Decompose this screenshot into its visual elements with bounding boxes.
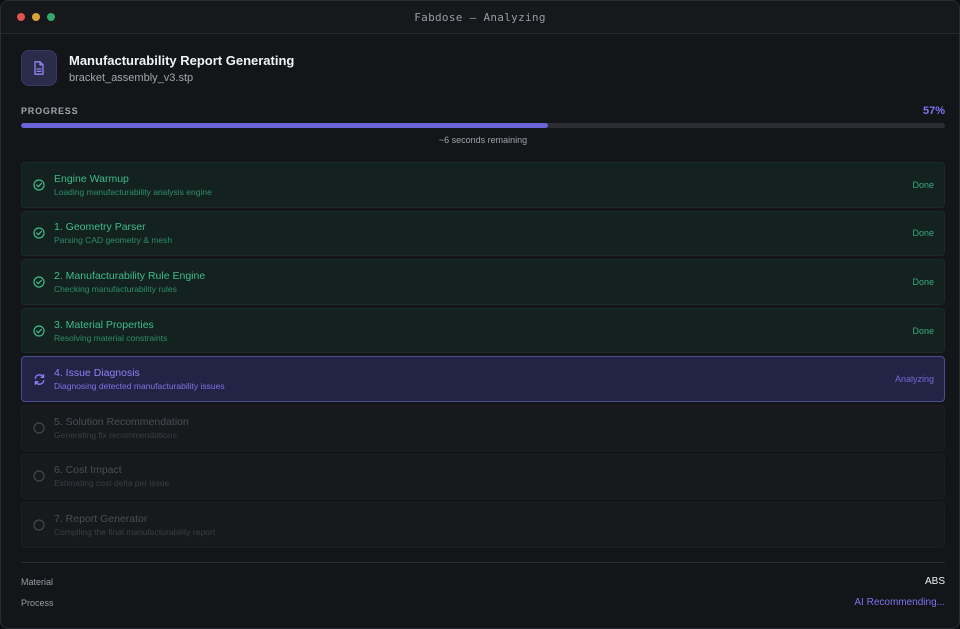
step-status: Done <box>912 325 934 336</box>
step-description: Generating fix recommendations <box>54 429 177 440</box>
step-status: Done <box>912 276 934 287</box>
step-text: Engine Warmup Loading manufacturability a… <box>54 172 912 198</box>
step-row[interactable]: 5. Solution Recommendation Generating fix… <box>21 404 945 451</box>
pipeline-steps: Engine Warmup Loading manufacturability a… <box>21 162 945 548</box>
step-row[interactable]: Engine Warmup Loading manufacturability a… <box>21 162 945 208</box>
step-text: 7. Report Generator Compiling the final m… <box>54 512 934 538</box>
report-title: Manufacturability Report Generating <box>69 53 295 68</box>
step-description: Resolving material constraints <box>54 332 168 343</box>
check-circle-icon <box>32 275 46 289</box>
refresh-icon <box>32 372 46 386</box>
step-row[interactable]: 4. Issue Diagnosis Diagnosing detected ma… <box>21 356 945 402</box>
check-circle-icon <box>32 178 46 192</box>
step-text: 1. Geometry Parser Parsing CAD geometry &… <box>54 220 912 246</box>
step-status: Done <box>912 228 934 239</box>
material-row: Material ABS <box>21 575 945 589</box>
process-value[interactable]: AI Recommending... <box>854 597 945 608</box>
step-name: 3. Material Properties <box>54 318 154 331</box>
progress-bar-fill <box>21 123 548 128</box>
file-name: bracket_assembly_v3.stp <box>69 72 194 84</box>
step-name: 6. Cost Impact <box>54 464 122 477</box>
window-title: Fabdose — Analyzing <box>414 10 546 24</box>
step-description: Diagnosing detected manufacturability is… <box>54 381 225 392</box>
step-text: 3. Material Properties Resolving material… <box>54 318 912 344</box>
step-description: Checking manufacturability rules <box>54 283 177 294</box>
progress-row: PROGRESS 57% <box>21 104 945 118</box>
step-row[interactable]: 7. Report Generator Compiling the final m… <box>21 502 945 548</box>
step-row[interactable]: 6. Cost Impact Estimating cost delta per … <box>21 453 945 500</box>
app-window: Fabdose — Analyzing Manufacturability Re… <box>0 0 960 629</box>
check-circle-icon <box>32 226 46 240</box>
progress-bar <box>21 123 945 128</box>
report-header: Manufacturability Report Generating brac… <box>21 49 945 87</box>
step-row[interactable]: 1. Geometry Parser Parsing CAD geometry &… <box>21 210 945 257</box>
step-status: Done <box>912 179 934 190</box>
main-content: Manufacturability Report Generating brac… <box>21 34 945 610</box>
step-name: 4. Issue Diagnosis <box>54 367 140 380</box>
time-remaining: ~6 seconds remaining <box>438 135 528 145</box>
empty-circle-icon <box>32 518 46 532</box>
divider <box>21 561 945 563</box>
step-description: Estimating cost delta per issue <box>54 478 170 489</box>
process-row: Process AI Recommending... <box>21 596 945 610</box>
material-value: ABS <box>924 576 945 588</box>
process-label: Process <box>21 597 54 608</box>
minimize-window-button[interactable] <box>32 13 40 21</box>
step-description: Loading manufacturability analysis engin… <box>54 186 212 197</box>
progress-percent: 57% <box>922 105 945 117</box>
close-window-button[interactable] <box>17 13 25 21</box>
step-text: 5. Solution Recommendation Generating fix… <box>54 415 934 441</box>
title-bar: Fabdose — Analyzing <box>1 1 959 34</box>
step-name: 7. Report Generator <box>54 512 148 525</box>
step-name: 2. Manufacturability Rule Engine <box>54 269 206 282</box>
material-label: Material <box>21 576 54 587</box>
step-text: 4. Issue Diagnosis Diagnosing detected ma… <box>54 366 895 392</box>
step-description: Compiling the final manufacturability re… <box>54 526 216 537</box>
empty-circle-icon <box>32 421 46 435</box>
empty-circle-icon <box>32 469 46 483</box>
maximize-window-button[interactable] <box>47 13 55 21</box>
check-circle-icon <box>32 324 46 338</box>
step-text: 6. Cost Impact Estimating cost delta per … <box>54 463 934 489</box>
step-row[interactable]: 2. Manufacturability Rule Engine Checking… <box>21 259 945 305</box>
window-controls <box>17 13 55 21</box>
step-status: Analyzing <box>894 374 934 385</box>
step-text: 2. Manufacturability Rule Engine Checking… <box>54 269 912 295</box>
step-name: Engine Warmup <box>54 172 129 185</box>
step-name: 5. Solution Recommendation <box>54 415 189 428</box>
step-description: Parsing CAD geometry & mesh <box>54 235 173 246</box>
step-row[interactable]: 3. Material Properties Resolving material… <box>21 307 945 354</box>
document-icon <box>21 50 57 86</box>
step-name: 1. Geometry Parser <box>54 221 146 234</box>
progress-label: PROGRESS <box>21 106 79 116</box>
